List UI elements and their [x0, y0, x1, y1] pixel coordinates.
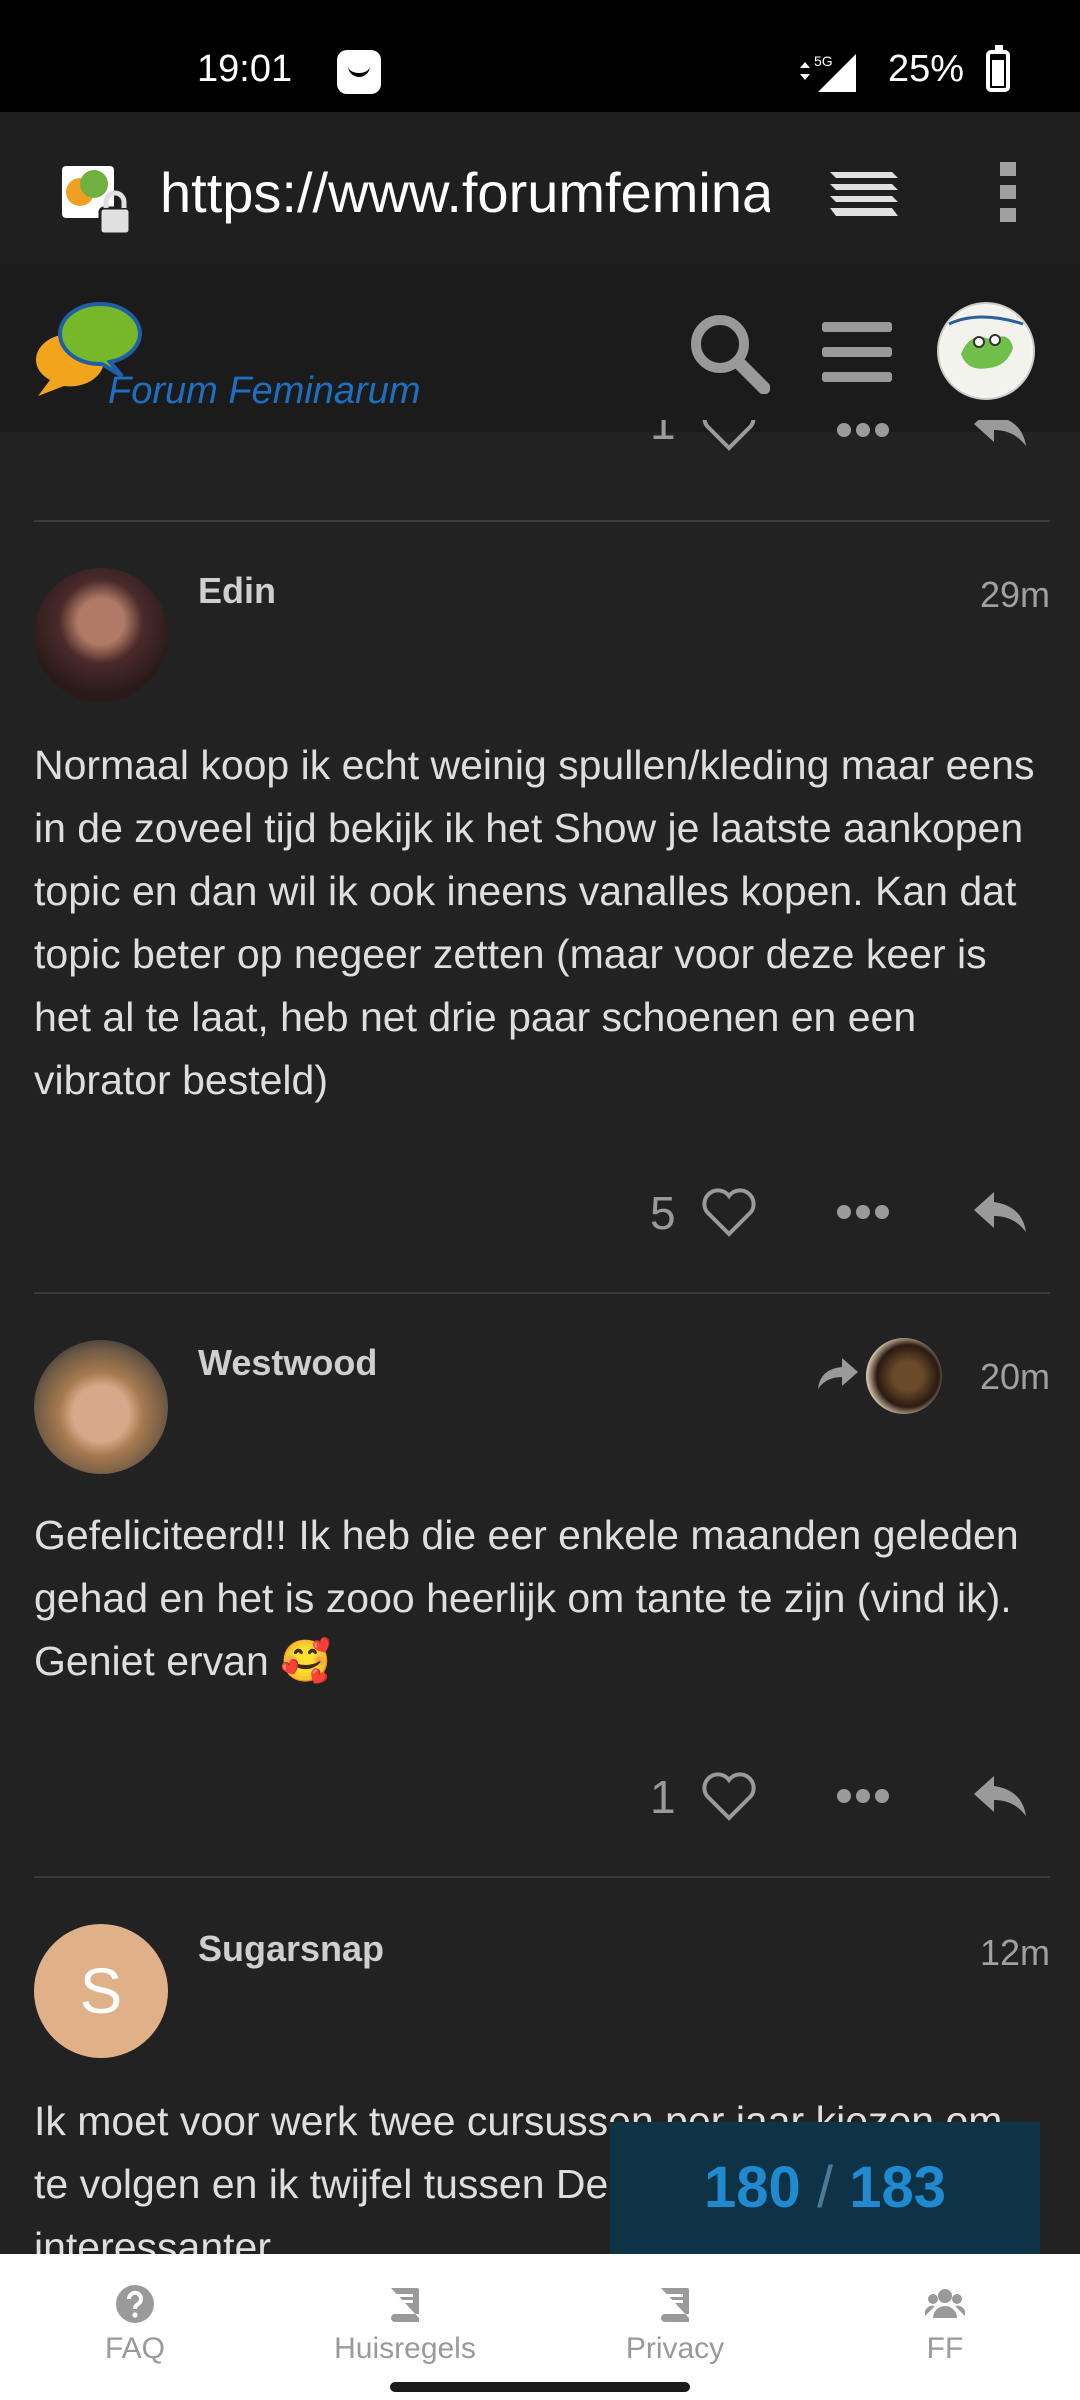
more-options-icon[interactable] — [836, 1786, 890, 1806]
tabs-switcher-icon[interactable] — [826, 164, 902, 224]
status-bar: 19:01 5G 25% — [0, 0, 1080, 112]
nav-ff[interactable]: FF — [810, 2254, 1080, 2400]
topic-progress[interactable]: 180 / 183 — [610, 2122, 1040, 2254]
nav-privacy[interactable]: Privacy — [540, 2254, 810, 2400]
post-divider — [34, 1876, 1050, 1878]
post-divider — [34, 520, 1050, 522]
notification-app-icon — [337, 50, 381, 94]
avatar[interactable] — [34, 1340, 168, 1474]
nav-label: Privacy — [625, 2332, 725, 2365]
book-icon — [391, 2288, 419, 2322]
post-body: Gefeliciteerd!! Ik heb die eer enkele ma… — [34, 1512, 1019, 1684]
heart-icon[interactable] — [700, 1770, 758, 1822]
reply-icon[interactable] — [972, 1772, 1028, 1820]
battery-icon — [986, 45, 1010, 92]
users-icon — [925, 2289, 965, 2318]
post-body: Normaal koop ik echt weinig spullen/kled… — [34, 742, 1035, 1103]
battery-percent: 25% — [888, 48, 965, 90]
site-security-icon[interactable] — [60, 162, 136, 238]
url-field[interactable]: https://www.forumfemina — [160, 160, 770, 230]
nav-label: FF — [926, 2332, 964, 2365]
reply-to-arrow-icon — [818, 1358, 858, 1389]
username[interactable]: Westwood — [198, 1342, 377, 1384]
more-options-icon[interactable] — [836, 1202, 890, 1222]
progress-current: 180 — [704, 2155, 801, 2220]
like-count: 1 — [650, 420, 676, 449]
nav-huisregels[interactable]: Huisregels — [270, 2254, 540, 2400]
post-time[interactable]: 12m — [980, 1932, 1050, 1974]
hamburger-menu-icon[interactable] — [820, 318, 894, 386]
browser-menu-icon[interactable] — [996, 160, 1020, 224]
frog-avatar-icon — [942, 307, 1030, 395]
progress-text: 180 / 183 — [610, 2154, 1040, 2221]
user-avatar-button[interactable] — [937, 302, 1035, 400]
search-icon[interactable] — [688, 312, 770, 394]
home-indicator[interactable] — [390, 2382, 690, 2392]
username[interactable]: Edin — [198, 570, 276, 612]
nav-label: Huisregels — [334, 2332, 476, 2365]
username[interactable]: Sugarsnap — [198, 1928, 384, 1970]
progress-total: 183 — [849, 2155, 946, 2220]
avatar[interactable] — [34, 568, 168, 702]
status-time: 19:01 — [197, 48, 293, 90]
nav-label: FAQ — [104, 2332, 165, 2365]
svg-text:5G: 5G — [814, 53, 833, 69]
book-icon — [661, 2288, 689, 2322]
like-count: 5 — [650, 1187, 676, 1239]
previous-post-actions: 1 — [0, 420, 1080, 460]
nav-faq[interactable]: FAQ — [0, 2254, 270, 2400]
heart-icon[interactable] — [700, 1186, 758, 1238]
post-time[interactable]: 29m — [980, 574, 1050, 616]
logo-text[interactable]: Forum Feminarum — [108, 370, 421, 413]
question-circle-icon — [116, 2285, 154, 2323]
signal-5g-icon: 5G — [800, 53, 856, 92]
avatar[interactable]: S — [34, 1924, 168, 2058]
reply-icon[interactable] — [972, 1188, 1028, 1236]
post-divider — [34, 1292, 1050, 1294]
reply-icon[interactable] — [972, 420, 1028, 450]
post-time[interactable]: 20m — [980, 1356, 1050, 1398]
reply-to-avatar[interactable] — [866, 1338, 942, 1414]
more-options-icon[interactable] — [836, 420, 890, 440]
like-count: 1 — [650, 1771, 676, 1823]
bottom-nav: FAQ Huisregels Privacy FF — [0, 2254, 1080, 2400]
heart-icon[interactable] — [700, 420, 758, 452]
progress-separator: / — [816, 2155, 834, 2220]
